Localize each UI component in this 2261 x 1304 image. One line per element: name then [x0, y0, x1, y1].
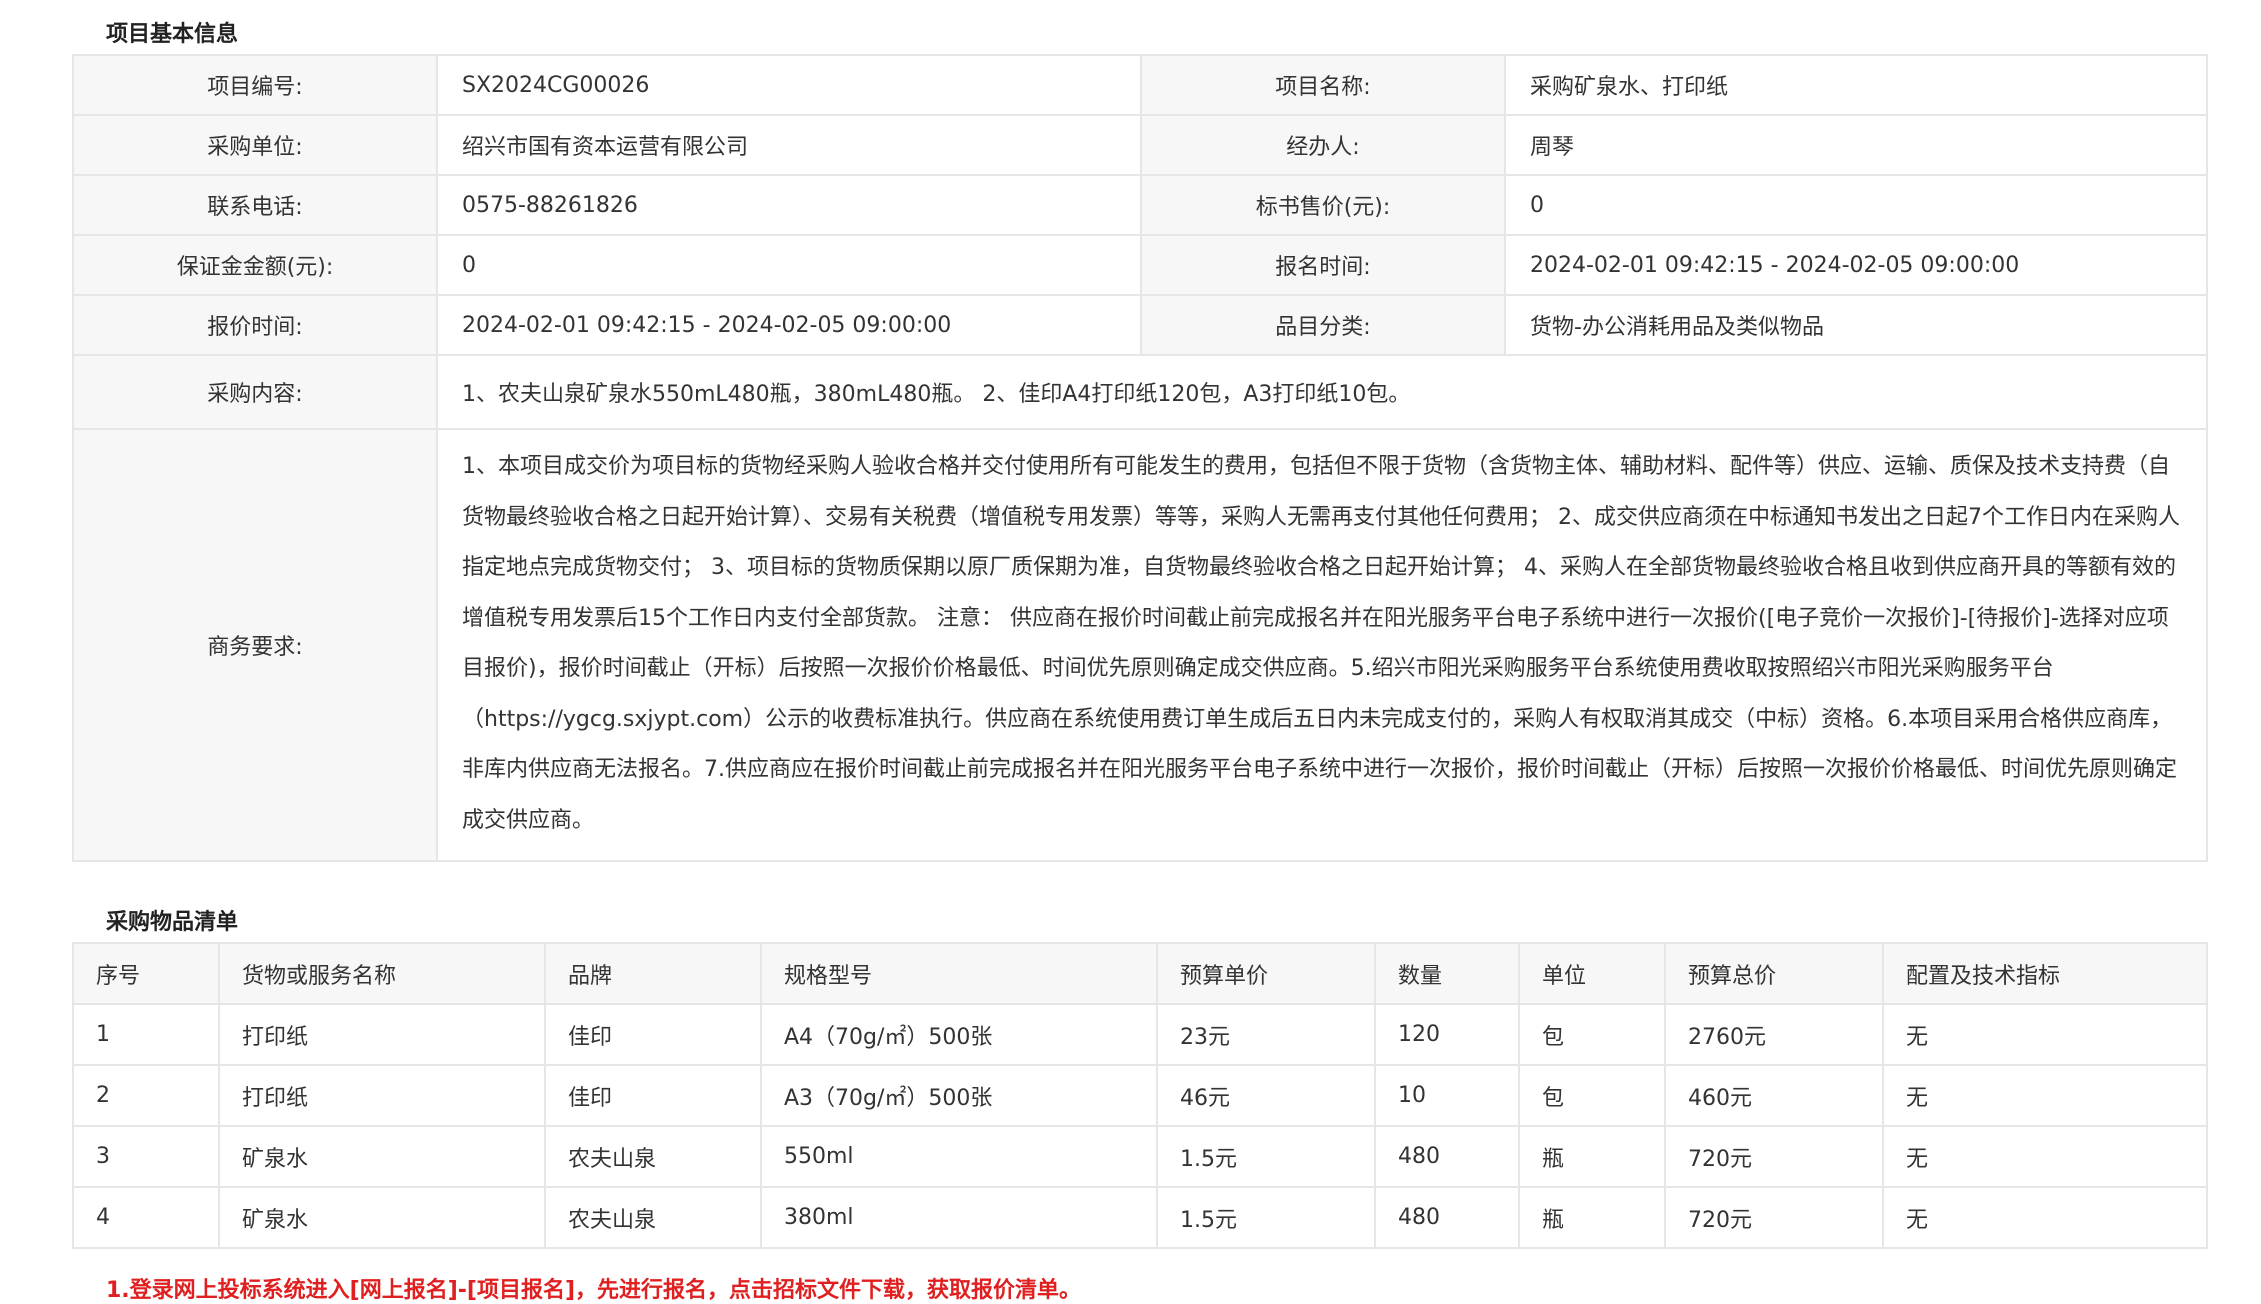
cell-name: 矿泉水 [218, 1125, 546, 1188]
cell-name: 打印纸 [218, 1003, 546, 1066]
cell-brand: 佳印 [544, 1003, 762, 1066]
cell-unit: 包 [1518, 1064, 1666, 1127]
items-header-row: 序号 货物或服务名称 品牌 规格型号 预算单价 数量 单位 预算总价 配置及技术… [72, 942, 2208, 1005]
table-row: 1 打印纸 佳印 A4（70g/㎡）500张 23元 120 包 2760元 无 [72, 1003, 2208, 1066]
handler-value: 周琴 [1504, 114, 2208, 176]
cell-spec: 380ml [760, 1186, 1158, 1249]
cell-unit-price: 46元 [1156, 1064, 1376, 1127]
cell-total: 720元 [1664, 1125, 1884, 1188]
deposit-value: 0 [436, 234, 1142, 296]
cell-unit-price: 23元 [1156, 1003, 1376, 1066]
doc-price-label: 标书售价(元): [1140, 174, 1506, 236]
col-header-index: 序号 [72, 942, 220, 1005]
cell-config: 无 [1882, 1125, 2208, 1188]
cell-brand: 农夫山泉 [544, 1125, 762, 1188]
cell-unit: 瓶 [1518, 1186, 1666, 1249]
cell-total: 460元 [1664, 1064, 1884, 1127]
project-name-value: 采购矿泉水、打印纸 [1504, 54, 2208, 116]
cell-brand: 佳印 [544, 1064, 762, 1127]
category-label: 品目分类: [1140, 294, 1506, 356]
category-value: 货物-办公消耗用品及类似物品 [1504, 294, 2208, 356]
cell-config: 无 [1882, 1003, 2208, 1066]
cell-index: 2 [72, 1064, 220, 1127]
business-text: 1、本项目成交价为项目标的货物经采购人验收合格并交付使用所有可能发生的费用，包括… [462, 454, 2180, 833]
table-row: 4 矿泉水 农夫山泉 380ml 1.5元 480 瓶 720元 无 [72, 1186, 2208, 1249]
col-header-brand: 品牌 [544, 942, 762, 1005]
phone-value: 0575-88261826 [436, 174, 1142, 236]
signup-notice: 1.登录网上投标系统进入[网上报名]-[项目报名]，先进行报名，点击招标文件下载… [106, 1278, 1082, 1303]
basic-info-title: 项目基本信息 [106, 22, 239, 47]
cell-unit: 瓶 [1518, 1125, 1666, 1188]
cell-name: 打印纸 [218, 1064, 546, 1127]
business-label: 商务要求: [72, 428, 438, 862]
col-header-unit: 单位 [1518, 942, 1666, 1005]
cell-total: 720元 [1664, 1186, 1884, 1249]
col-header-unit-price: 预算单价 [1156, 942, 1376, 1005]
quote-time-value: 2024-02-01 09:42:15 - 2024-02-05 09:00:0… [436, 294, 1142, 356]
col-header-config: 配置及技术指标 [1882, 942, 2208, 1005]
project-name-label: 项目名称: [1140, 54, 1506, 116]
handler-label: 经办人: [1140, 114, 1506, 176]
cell-spec: A4（70g/㎡）500张 [760, 1003, 1158, 1066]
table-row: 3 矿泉水 农夫山泉 550ml 1.5元 480 瓶 720元 无 [72, 1125, 2208, 1188]
phone-label: 联系电话: [72, 174, 438, 236]
cell-brand: 农夫山泉 [544, 1186, 762, 1249]
col-header-quantity: 数量 [1374, 942, 1520, 1005]
cell-total: 2760元 [1664, 1003, 1884, 1066]
col-header-name: 货物或服务名称 [218, 942, 546, 1005]
signup-time-label: 报名时间: [1140, 234, 1506, 296]
cell-quantity: 120 [1374, 1003, 1520, 1066]
table-row: 2 打印纸 佳印 A3（70g/㎡）500张 46元 10 包 460元 无 [72, 1064, 2208, 1127]
cell-unit: 包 [1518, 1003, 1666, 1066]
cell-unit-price: 1.5元 [1156, 1125, 1376, 1188]
content-value: 1、农夫山泉矿泉水550mL480瓶，380mL480瓶。 2、佳印A4打印纸1… [436, 354, 2208, 430]
cell-quantity: 480 [1374, 1125, 1520, 1188]
cell-index: 4 [72, 1186, 220, 1249]
cell-index: 3 [72, 1125, 220, 1188]
business-value: 1、本项目成交价为项目标的货物经采购人验收合格并交付使用所有可能发生的费用，包括… [436, 428, 2208, 862]
doc-price-value: 0 [1504, 174, 2208, 236]
content-label: 采购内容: [72, 354, 438, 430]
cell-index: 1 [72, 1003, 220, 1066]
buyer-value: 绍兴市国有资本运营有限公司 [436, 114, 1142, 176]
buyer-label: 采购单位: [72, 114, 438, 176]
items-title: 采购物品清单 [106, 910, 239, 935]
cell-quantity: 10 [1374, 1064, 1520, 1127]
project-no-label: 项目编号: [72, 54, 438, 116]
col-header-total: 预算总价 [1664, 942, 1884, 1005]
project-no-value: SX2024CG00026 [436, 54, 1142, 116]
cell-spec: 550ml [760, 1125, 1158, 1188]
signup-time-value: 2024-02-01 09:42:15 - 2024-02-05 09:00:0… [1504, 234, 2208, 296]
items-table: 序号 货物或服务名称 品牌 规格型号 预算单价 数量 单位 预算总价 配置及技术… [72, 942, 2208, 1249]
basic-info-table: 项目编号: SX2024CG00026 项目名称: 采购矿泉水、打印纸 采购单位… [72, 54, 2208, 862]
cell-unit-price: 1.5元 [1156, 1186, 1376, 1249]
cell-quantity: 480 [1374, 1186, 1520, 1249]
cell-spec: A3（70g/㎡）500张 [760, 1064, 1158, 1127]
cell-config: 无 [1882, 1064, 2208, 1127]
deposit-label: 保证金金额(元): [72, 234, 438, 296]
cell-name: 矿泉水 [218, 1186, 546, 1249]
quote-time-label: 报价时间: [72, 294, 438, 356]
cell-config: 无 [1882, 1186, 2208, 1249]
col-header-spec: 规格型号 [760, 942, 1158, 1005]
